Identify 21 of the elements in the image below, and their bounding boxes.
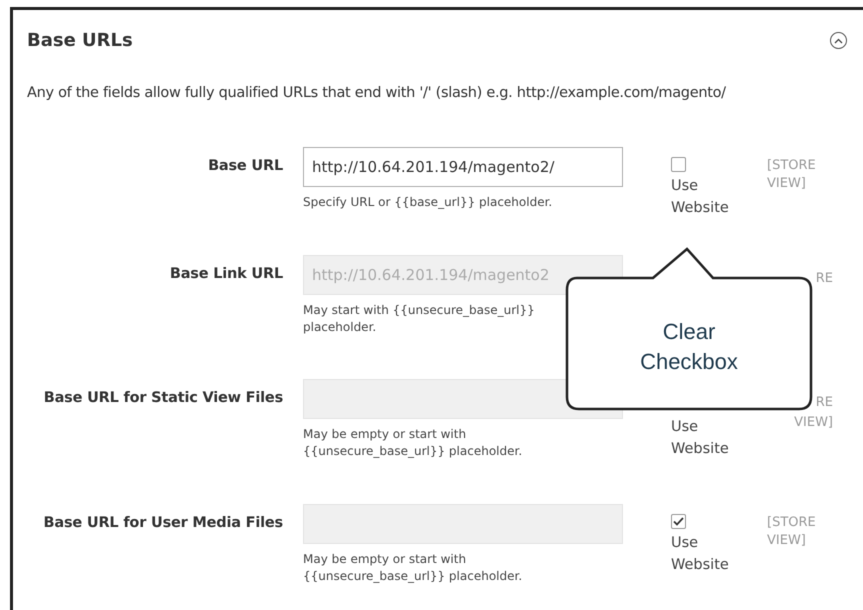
field-label: Base URL [207, 157, 283, 174]
field-hint: Specify URL or {{base_url}} placeholder. [303, 194, 554, 211]
scope-label: [STORE VIEW] [767, 157, 817, 193]
scope-label: RE VIEW] [793, 394, 833, 432]
field-label: Base URL for User Media Files [42, 514, 283, 531]
collapse-toggle-icon[interactable] [830, 32, 847, 49]
field-hint: May be empty or start with {{unsecure_base_url}} placeholder. [303, 426, 524, 460]
field-hint: May be empty or start with {{unsecure_base_url}} placeholder. [303, 551, 524, 585]
scope-label: RE [814, 270, 833, 288]
use-website-checkbox[interactable] [671, 157, 686, 172]
section-title: Base URLs [27, 30, 133, 51]
url-input[interactable]: http://10.64.201.194/magento2/ [303, 147, 623, 187]
use-website-label: Use Website [671, 418, 730, 460]
callout-text: Clear Checkbox [639, 318, 739, 376]
field-hint: May start with {{unsecure_base_url}} placeholder. [303, 302, 536, 336]
section-description: Any of the fields allow fully qualified URLs that end with '/' (slash) e.g. http://example.com/magento/ [27, 85, 727, 101]
scope-label: [STORE VIEW] [767, 514, 817, 550]
field-label: Base Link URL [168, 265, 283, 282]
field-label: Base URL for Static View Files [42, 389, 283, 406]
use-website-label: Use Website [671, 534, 730, 576]
use-website-label: Use Website [671, 177, 730, 218]
